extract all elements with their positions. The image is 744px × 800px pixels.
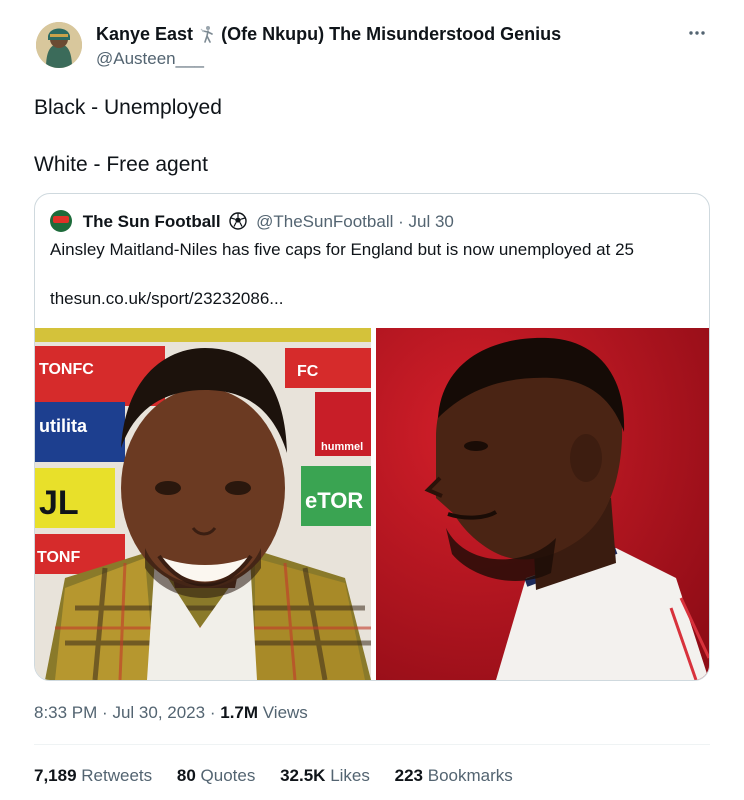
soccer-ball-icon xyxy=(229,212,248,230)
quotes-count: 80 xyxy=(176,766,196,785)
board-text-4: TONF xyxy=(37,549,80,566)
views-count: 1.7M xyxy=(220,703,259,722)
tweet-text-line-2: White - Free agent xyxy=(34,153,208,176)
quoted-date[interactable]: Jul 30 xyxy=(409,212,454,231)
tweet-date[interactable]: Jul 30, 2023 xyxy=(112,703,205,722)
avatar-image xyxy=(36,22,82,68)
board-text-2: utilita xyxy=(39,416,88,436)
views-label: Views xyxy=(262,703,308,722)
tweet-stats: 7,189 Retweets 80 Quotes 32.5K Likes 223… xyxy=(34,766,533,786)
tweet: Kanye East (Ofe Nkupu) The Misunderstood… xyxy=(0,0,744,800)
quoted-link[interactable]: thesun.co.uk/sport/23232086... xyxy=(50,289,283,309)
quotes-label: Quotes xyxy=(200,766,256,785)
quotes-stat[interactable]: 80 Quotes xyxy=(177,766,255,785)
retweets-count: 7,189 xyxy=(34,766,77,785)
bookmarks-label: Bookmarks xyxy=(427,766,513,785)
quoted-author-name[interactable]: The Sun Football xyxy=(83,212,221,231)
board-text-5: FC xyxy=(297,363,319,380)
board-text-1: TONFC xyxy=(39,361,94,378)
author-display-name: Kanye East xyxy=(96,24,194,44)
board-text-7: eTOR xyxy=(305,488,363,513)
meta-separator-2: · xyxy=(209,703,216,722)
quoted-text: Ainsley Maitland-Niles has five caps for… xyxy=(50,240,634,259)
likes-label: Likes xyxy=(330,766,370,785)
more-icon[interactable] xyxy=(686,22,708,44)
author-name-suffix: (Ofe Nkupu) The Misunderstood Genius xyxy=(221,24,562,44)
person-emoji-icon xyxy=(200,26,213,43)
tweet-meta: 8:33 PM · Jul 30, 2023 · 1.7M Views xyxy=(34,703,308,723)
sun-football-logo-icon xyxy=(50,210,72,232)
likes-count: 32.5K xyxy=(280,766,326,785)
board-text-6: hummel xyxy=(321,441,363,453)
divider xyxy=(34,744,710,745)
bookmarks-stat[interactable]: 223 Bookmarks xyxy=(395,766,513,785)
author-handle[interactable]: @Austeen___ xyxy=(96,49,204,69)
tweet-text-line-1: Black - Unemployed xyxy=(34,96,222,119)
author-name[interactable]: Kanye East (Ofe Nkupu) The Misunderstood… xyxy=(96,24,561,45)
tweet-time[interactable]: 8:33 PM xyxy=(34,703,97,722)
board-text-3: JL xyxy=(39,484,79,522)
quoted-author-handle[interactable]: @TheSunFootball xyxy=(256,212,393,231)
bookmarks-count: 223 xyxy=(394,766,423,785)
quoted-header: The Sun Football @TheSunFootball · Jul 3… xyxy=(50,210,454,232)
likes-stat[interactable]: 32.5K Likes xyxy=(280,766,370,785)
meta-separator-1: · xyxy=(102,703,108,722)
retweets-label: Retweets xyxy=(81,766,153,785)
avatar[interactable] xyxy=(36,22,82,68)
photo-left[interactable]: TONFC utilita JL TONF FC hummel eTOR xyxy=(35,328,371,680)
quoted-separator: · xyxy=(398,212,404,231)
photo-right[interactable] xyxy=(376,328,709,680)
quoted-photos: TONFC utilita JL TONF FC hummel eTOR xyxy=(35,328,709,680)
quoted-tweet[interactable]: The Sun Football @TheSunFootball · Jul 3… xyxy=(34,193,710,681)
retweets-stat[interactable]: 7,189 Retweets xyxy=(34,766,152,785)
